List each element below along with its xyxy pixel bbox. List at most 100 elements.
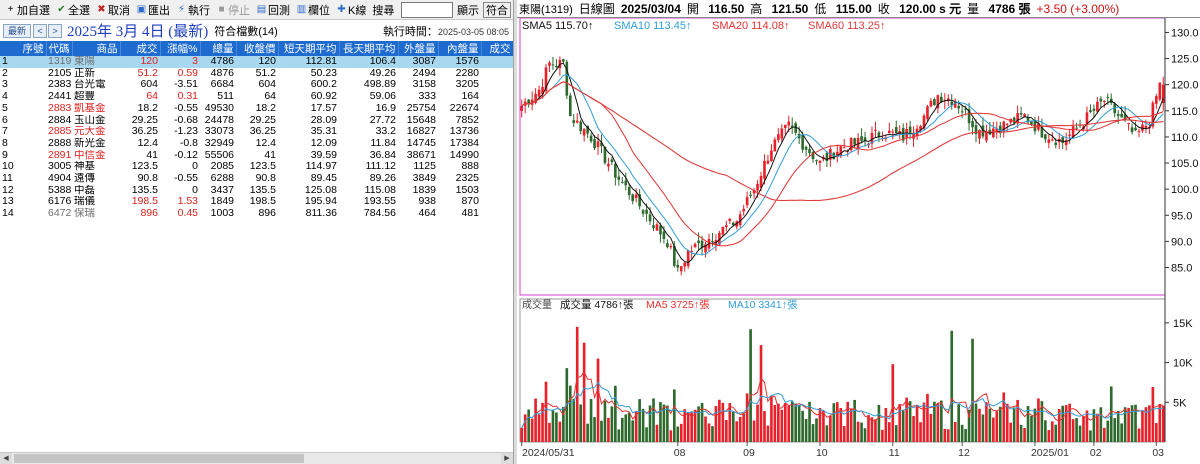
cancel-button[interactable]: ✖ 取消 [93, 1, 133, 19]
legend-sma10: SMA10 113.45↑ [614, 20, 691, 32]
table-cell: 14 [2, 208, 14, 220]
table-cell: 0.45 [177, 208, 198, 220]
table-cell: 0.31 [177, 91, 198, 103]
column-header[interactable]: 代碼 [46, 41, 73, 56]
table-cell: 49.26 [369, 67, 396, 79]
volume-bar [1026, 406, 1030, 442]
table-row[interactable]: 11 4904 遠傳 90.8 -0.55 6288 90.8 89.45 89.26 3849 2… [0, 173, 513, 185]
y-tick-label: 85.0 [1171, 262, 1192, 274]
table-row[interactable]: 5 2883 凱基金 18.2 -0.55 49530 18.2 17.57 16.9 25754… [0, 103, 513, 115]
table-cell [481, 150, 513, 162]
execute-button[interactable]: ⚡ 執行 [173, 1, 213, 19]
scroll-thumb[interactable] [14, 454, 304, 463]
stop-button[interactable]: ■ 停止 [213, 1, 253, 19]
candle-body [711, 240, 714, 242]
price-volume-chart[interactable]: 85.090.095.0100.0105.0110.0115.0120.0125… [517, 18, 1200, 464]
table-row[interactable]: 14 6472 保瑞 896 0.45 1003 896 811.36 784.56 464 481 [0, 208, 513, 220]
candle-body [801, 134, 804, 150]
show-button[interactable]: 顯示 [453, 1, 483, 19]
volume-bar [783, 403, 787, 442]
newest-button[interactable]: 最新 [3, 23, 31, 38]
column-header[interactable]: 外盤量 [398, 41, 439, 56]
prev-day-button[interactable]: < [33, 23, 47, 38]
candle-body [631, 194, 635, 202]
table-row[interactable]: 12 5388 中磊 135.5 0 3437 135.5 125.08 115.08 1839 1… [0, 185, 513, 197]
table-row[interactable]: 10 3005 神基 123.5 0 2085 123.5 114.97 111.12 1125 8… [0, 161, 513, 173]
table-cell: 90.8 [137, 173, 158, 185]
column-header[interactable]: 內盤量 [438, 41, 482, 56]
column-header[interactable]: 成交 [481, 41, 514, 56]
columns-button[interactable]: ▥ 欄位 [293, 1, 333, 19]
table-row[interactable]: 3 2383 台光電 604 -3.51 6684 604 600.2 498.89 3158 32… [0, 79, 513, 91]
candle-body [555, 65, 558, 67]
bar-date: 2025/03/04 [620, 1, 681, 16]
volume-bar [537, 414, 541, 442]
table-cell: 896 [140, 208, 158, 220]
volume-bar [704, 416, 707, 442]
export-button[interactable]: ▣ 匯出 [133, 1, 173, 19]
candle-body [1099, 98, 1103, 102]
volume-bar [1009, 422, 1013, 442]
table-cell: 15648 [406, 114, 436, 126]
table-cell: 12.4 [255, 137, 276, 149]
table-cell: 33073 [204, 126, 234, 138]
volume-bar [971, 338, 974, 442]
column-header[interactable]: 序號 [0, 41, 47, 56]
table-cell [481, 138, 513, 150]
select-all-button[interactable]: ✔ 全選 [53, 1, 93, 19]
table-row[interactable]: 8 2888 新光金 12.4 -0.8 32949 12.4 12.09 11.84 14745… [0, 138, 513, 150]
table-cell: 3 [160, 56, 200, 68]
search-input[interactable] [401, 1, 453, 18]
table-cell [481, 185, 513, 197]
volume-bar [527, 409, 530, 442]
table-cell: 6472 [48, 208, 72, 220]
table-cell [481, 56, 513, 68]
table-cell: 51.2 [255, 67, 276, 79]
add-watch-button[interactable]: + 加自選 [2, 1, 53, 19]
candle-body [1030, 121, 1033, 125]
volume-bar [544, 381, 548, 442]
volume-bar [607, 417, 610, 442]
table-cell: 2325 [455, 173, 479, 185]
table-row[interactable]: 2 2105 正新 51.2 0.59 4876 51.2 50.23 49.26 2494 228… [0, 68, 513, 80]
volume-bar [874, 419, 877, 442]
table-row[interactable]: 7 2885 元大金 36.25 -1.23 33073 36.25 35.31 33.2 168… [0, 126, 513, 138]
column-header[interactable]: 商品 [72, 41, 121, 56]
candle-body [562, 59, 565, 62]
column-header[interactable]: 漲幅% [160, 41, 201, 56]
table-cell: 24478 [204, 114, 234, 126]
candle-body [1092, 108, 1096, 111]
candle-body [745, 197, 749, 206]
backtest-button[interactable]: ▤ 回測 [253, 1, 293, 19]
table-row[interactable]: 1 1319 東陽 120 3 4786 120 112.81 106.4 3087 1576 [0, 56, 513, 68]
change-field: +3.50 (+3.00%) [1036, 1, 1120, 16]
candle-body [683, 262, 687, 267]
candle-body [624, 180, 628, 186]
table-cell: 604 [258, 79, 276, 91]
table-row[interactable]: 9 2891 中信金 41 -0.12 55506 41 39.59 36.84 38671 149… [0, 150, 513, 162]
column-header[interactable]: 短天期平均 [278, 41, 340, 56]
candle-body [589, 135, 593, 142]
table-cell: 瑞儀 [74, 196, 95, 208]
volume-bar [627, 412, 631, 442]
candle-body [770, 150, 773, 162]
column-header[interactable]: 總量 [200, 41, 237, 56]
table-row[interactable]: 6 2884 玉山金 29.25 -0.68 24478 29.25 28.09 27.72 15… [0, 115, 513, 127]
volume-bar [905, 397, 908, 442]
match-dropdown[interactable]: 符合 [483, 1, 511, 18]
horizontal-scrollbar[interactable]: ◀ ▶ [0, 452, 513, 464]
scroll-left-icon[interactable]: ◀ [0, 453, 12, 464]
column-header[interactable]: 成交 [120, 41, 161, 56]
kline-button[interactable]: ✚ K線 [333, 1, 369, 19]
table-cell: 106.4 [339, 56, 398, 68]
scroll-right-icon[interactable]: ▶ [501, 453, 513, 464]
column-header[interactable]: 收盤價 [236, 41, 279, 56]
column-header[interactable]: 長天期平均 [339, 41, 399, 56]
table-cell: 114.97 [305, 161, 337, 173]
table-row[interactable]: 4 2441 超豐 64 0.31 511 64 60.92 59.06 333 164 [0, 91, 513, 103]
volume-bar [1137, 428, 1141, 442]
next-day-button[interactable]: > [48, 23, 62, 38]
volume-bar [849, 408, 853, 442]
candle-body [582, 129, 586, 136]
table-row[interactable]: 13 6176 瑞儀 198.5 1.53 1849 198.5 195.94 193.55 93… [0, 196, 513, 208]
